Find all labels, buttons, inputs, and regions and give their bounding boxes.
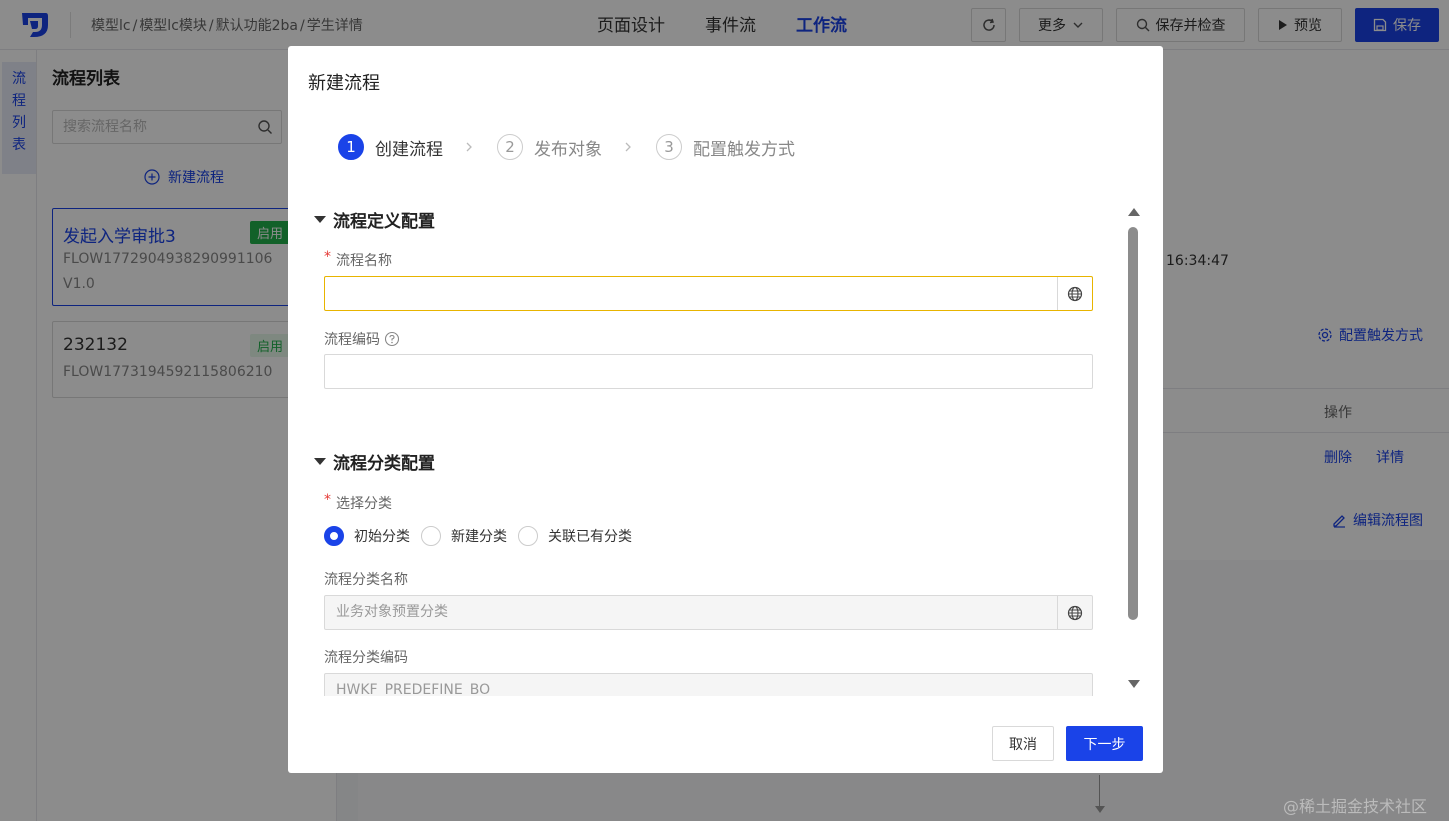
flow-code-input[interactable]	[324, 354, 1093, 389]
step-config-trigger: 3 配置触发方式	[656, 134, 795, 160]
step-number: 3	[656, 134, 682, 160]
scrollbar-thumb[interactable]	[1128, 227, 1138, 620]
dialog-form-body[interactable]: 流程定义配置 * 流程名称 流程编码 流程分类配置 * 选择分类 初始分类 新建…	[288, 196, 1163, 696]
scroll-down-icon[interactable]	[1128, 680, 1140, 688]
step-create-flow: 1 创建流程	[338, 134, 443, 160]
section-title: 流程分类配置	[333, 454, 435, 474]
field-label-text: 流程编码	[324, 332, 380, 348]
globe-icon	[1067, 605, 1083, 620]
flow-name-input[interactable]	[324, 276, 1093, 311]
radio-link-existing-category[interactable]: 关联已有分类	[518, 526, 632, 546]
category-code-input: HWKF_PREDEFINE_BO	[324, 673, 1093, 696]
new-flow-dialog: 新建流程 1 创建流程 2 发布对象 3 配置触发方式 流程定义配置 * 流程名…	[288, 46, 1163, 773]
required-asterisk: *	[324, 492, 331, 508]
dialog-title: 新建流程	[308, 73, 380, 94]
category-code-label: 流程分类编码	[324, 647, 408, 667]
i18n-button[interactable]	[1057, 596, 1092, 629]
step-number: 1	[338, 134, 364, 160]
section-title: 流程定义配置	[333, 212, 435, 232]
field-label-text: 流程分类名称	[324, 572, 408, 588]
next-step-button[interactable]: 下一步	[1066, 726, 1143, 761]
section-category-header[interactable]: 流程分类配置	[314, 449, 435, 474]
flow-name-label: * 流程名称	[324, 249, 392, 270]
help-icon[interactable]	[384, 331, 400, 347]
category-radio-group: 初始分类 新建分类 关联已有分类	[324, 526, 643, 546]
watermark: @稀土掘金技术社区	[1283, 797, 1428, 816]
step-label: 创建流程	[375, 139, 443, 160]
required-asterisk: *	[324, 249, 331, 265]
globe-icon	[1067, 286, 1083, 301]
radio-dot	[421, 526, 441, 546]
chevron-right-icon	[625, 142, 631, 152]
category-name-label: 流程分类名称	[324, 569, 408, 589]
step-number: 2	[497, 134, 523, 160]
cancel-button[interactable]: 取消	[992, 726, 1054, 761]
i18n-button[interactable]	[1057, 277, 1092, 310]
field-label-text: 流程分类编码	[324, 650, 408, 666]
radio-dot	[324, 526, 344, 546]
section-definition-header[interactable]: 流程定义配置	[314, 207, 435, 232]
field-label-text: 流程名称	[336, 253, 392, 269]
category-name-input: 业务对象预置分类	[324, 595, 1093, 630]
radio-dot	[518, 526, 538, 546]
radio-label: 新建分类	[451, 529, 507, 545]
category-name-value: 业务对象预置分类	[336, 604, 448, 620]
category-select-label: * 选择分类	[324, 492, 392, 513]
radio-new-category[interactable]: 新建分类	[421, 526, 507, 546]
stepper: 1 创建流程 2 发布对象 3 配置触发方式	[338, 133, 795, 161]
caret-down-icon	[314, 458, 326, 465]
step-publish-target: 2 发布对象	[497, 134, 602, 160]
category-code-value: HWKF_PREDEFINE_BO	[336, 682, 491, 696]
field-label-text: 选择分类	[336, 496, 392, 512]
radio-label: 初始分类	[354, 529, 410, 545]
scroll-up-icon[interactable]	[1128, 208, 1140, 216]
caret-down-icon	[314, 216, 326, 223]
chevron-right-icon	[466, 142, 472, 152]
step-label: 发布对象	[534, 139, 602, 160]
flow-code-label: 流程编码	[324, 329, 400, 349]
dialog-scrollbar[interactable]	[1126, 206, 1140, 696]
radio-initial-category[interactable]: 初始分类	[324, 526, 410, 546]
radio-label: 关联已有分类	[548, 529, 632, 545]
step-label: 配置触发方式	[693, 139, 795, 160]
